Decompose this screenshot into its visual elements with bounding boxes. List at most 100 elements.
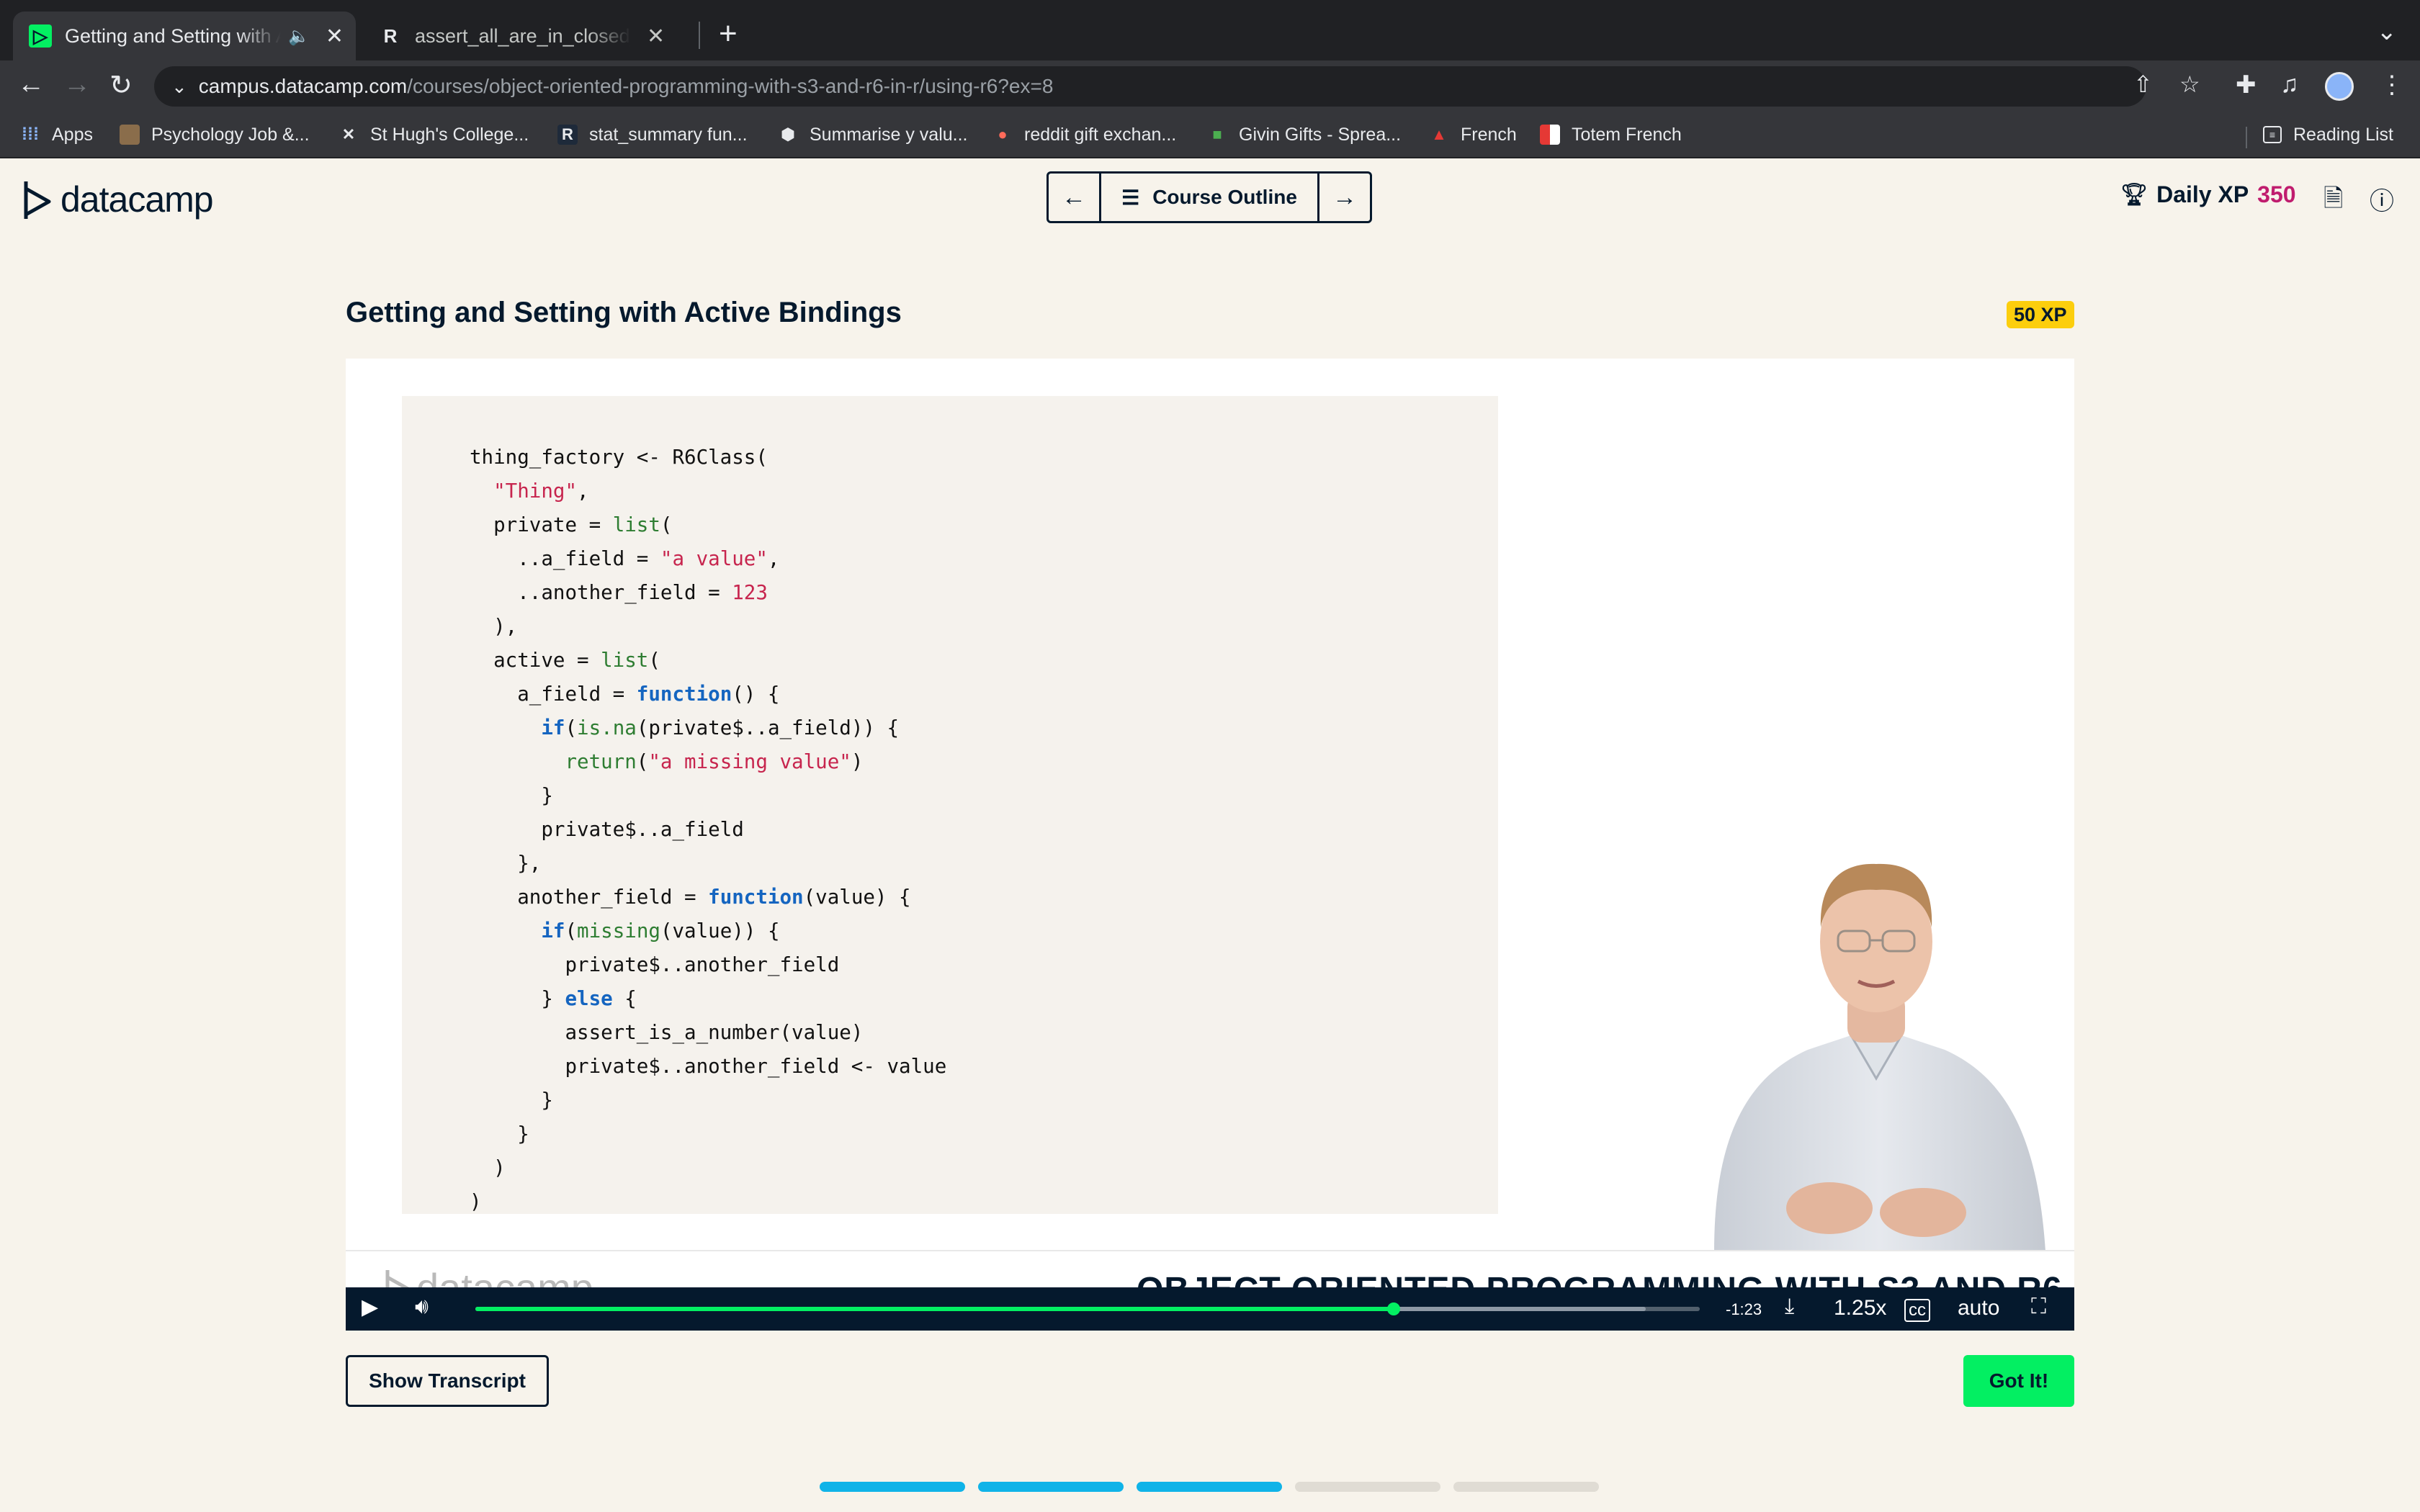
code-line: return("a missing value") [470,745,946,779]
browser-tab-strip: ▷ Getting and Setting with Active Bindin… [0,0,2420,60]
code-token: "a value" [660,547,768,570]
bookmark-label: stat_summary fun... [589,124,748,145]
media-control-icon[interactable]: ♫ [2280,71,2299,99]
browser-menu-icon[interactable]: ⋮ [2380,71,2404,99]
bookmark-givin-gifts[interactable]: ■ Givin Gifts - Sprea... [1207,121,1401,148]
progress-segment[interactable] [1453,1482,1599,1492]
code-token: ) [470,1156,506,1179]
code-line: another_field = function(value) { [470,881,946,914]
report-issue-icon[interactable]: ⓘ [2370,181,2394,217]
datacamp-header: datacamp ← ☰ Course Outline → 🏆︎ Daily X… [0,158,2420,233]
bookmark-label: Apps [52,124,93,145]
bookmark-reddit[interactable]: ● reddit gift exchan... [992,121,1176,148]
fullscreen-icon[interactable]: ⛶ [2031,1295,2046,1319]
code-token: function [708,886,804,909]
video-controls: ▶ 🔊︎ -1:23 ⤓ 1.25x cc auto ⛶ [346,1287,2074,1331]
code-line: }, [470,847,946,881]
bookmark-label: Givin Gifts - Sprea... [1239,124,1402,145]
apps-grid-icon: ⁞⁞⁞ [22,125,39,144]
tab-inactive[interactable]: R assert_all_are_in_closed_range ✕ [363,12,700,60]
scrubber-handle[interactable] [1387,1302,1400,1315]
bookmark-psychology[interactable]: Psychology Job &... [120,121,310,148]
code-token: () { [732,683,780,706]
captions-icon[interactable]: cc [1904,1299,1930,1322]
reload-icon[interactable]: ↻ [109,69,133,102]
video-player[interactable]: thing_factory <- R6Class( "Thing", priva… [346,359,2074,1331]
url-host: campus.datacamp.com [198,75,408,97]
code-line: } [470,1084,946,1117]
progress-segment[interactable] [820,1482,965,1492]
bookmark-label: St Hugh's College... [370,124,529,145]
play-icon[interactable]: ▶ [362,1295,378,1320]
next-exercise-button[interactable]: → [1319,174,1370,221]
slides-document-icon[interactable]: 🗎︎ [2323,181,2343,222]
bookmark-star-icon[interactable]: ☆ [2179,71,2200,98]
bookmark-apps[interactable]: ⁞⁞⁞ Apps [20,121,93,148]
close-tab-icon[interactable]: ✕ [326,24,344,49]
tab-active[interactable]: ▷ Getting and Setting with Active Bindin… [13,12,356,60]
bookmark-stat-summary[interactable]: R stat_summary fun... [557,121,748,148]
download-icon[interactable]: ⤓ [1785,1295,1794,1319]
quality-button[interactable]: auto [1958,1296,1999,1320]
course-outline-button[interactable]: ☰ Course Outline [1099,174,1319,221]
progress-segment[interactable] [1295,1482,1440,1492]
bookmark-french[interactable]: ▲ French [1429,121,1517,148]
code-block: thing_factory <- R6Class( "Thing", priva… [470,441,946,1219]
bookmark-summarise[interactable]: ⬢ Summarise y valu... [778,121,967,148]
bookmark-label: Psychology Job &... [151,124,310,145]
share-icon[interactable]: ⇧ [2133,71,2153,98]
code-token: { [612,987,637,1010]
cube-favicon: ⬢ [781,125,795,143]
address-bar[interactable]: ⌄ campus.datacamp.com/courses/object-ori… [154,66,2146,107]
close-tab-icon[interactable]: ✕ [647,24,665,49]
course-outline-nav: ← ☰ Course Outline → [1047,171,1372,223]
previous-exercise-button[interactable]: ← [1049,174,1099,221]
course-outline-label: Course Outline [1152,186,1297,208]
code-token: (value)) { [660,919,780,942]
bookmark-label: Totem French [1572,124,1682,145]
code-line: private$..another_field <- value [470,1050,946,1084]
code-token: ( [648,649,660,672]
code-token: 123 [732,581,768,604]
profile-avatar[interactable] [2325,72,2354,101]
time-remaining: -1:23 [1726,1300,1762,1318]
slide-footer: datacamp OBJECT-ORIENTED PROGRAMMING WIT… [346,1250,2074,1287]
code-token: ), [470,615,518,638]
bookmark-label: French [1461,124,1517,145]
progress-segment[interactable] [978,1482,1124,1492]
reading-list[interactable]: ≡ Reading List [2263,121,2393,148]
code-line: ) [470,1151,946,1185]
datacamp-logo[interactable]: datacamp [22,179,214,220]
daily-xp[interactable]: 🏆︎ Daily XP 350 [2120,181,2296,208]
watermark-text: datacamp [416,1264,593,1287]
tab-search-chevron-icon[interactable]: ⌄ [2377,17,2398,46]
bookmark-totem-french[interactable]: Totem French [1540,121,1682,148]
bookmark-label: reddit gift exchan... [1024,124,1177,145]
code-token: function [636,683,732,706]
code-line: if(is.na(private$..a_field)) { [470,711,946,745]
show-transcript-button[interactable]: Show Transcript [346,1355,549,1407]
extensions-puzzle-icon[interactable]: ✚ [2236,71,2257,99]
site-info-chevron-icon[interactable]: ⌄ [171,76,187,98]
code-line: ), [470,610,946,644]
back-icon[interactable]: ← [17,69,45,100]
url-path: /courses/object-oriented-programming-wit… [407,75,1054,97]
speaker-icon[interactable]: 🔈 [288,26,310,47]
video-progress-bar[interactable] [475,1302,1700,1315]
new-tab-icon[interactable]: + [719,16,738,52]
bookmark-st-hughs[interactable]: ✕ St Hugh's College... [339,121,529,148]
code-line: ..a_field = "a value", [470,542,946,576]
playback-speed-button[interactable]: 1.25x [1834,1296,1886,1320]
forward-icon[interactable]: → [63,69,91,100]
volume-icon[interactable]: 🔊︎ [415,1295,429,1319]
code-token: "a missing value" [648,750,851,773]
code-token: ( [565,919,578,942]
code-token: (value) { [803,886,911,909]
got-it-button[interactable]: Got It! [1963,1355,2074,1407]
code-token: missing [577,919,660,942]
code-token: else [565,987,613,1010]
code-line: } [470,1117,946,1151]
progress-segment[interactable] [1137,1482,1282,1492]
code-token: list [612,513,660,536]
